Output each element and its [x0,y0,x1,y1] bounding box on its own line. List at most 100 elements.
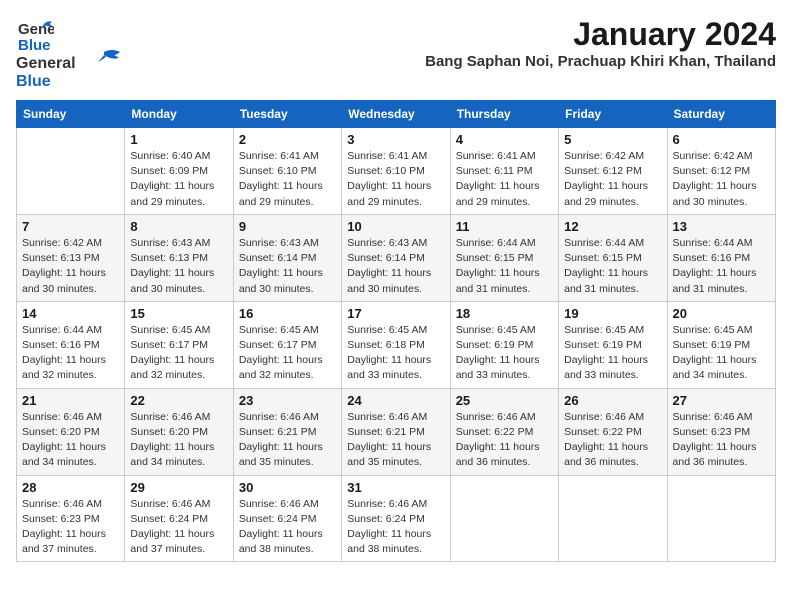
day-number: 7 [22,219,119,234]
week-row-5: 28 Sunrise: 6:46 AMSunset: 6:23 PMDayligh… [17,475,776,562]
calendar-body: 1 Sunrise: 6:40 AMSunset: 6:09 PMDaylight… [17,128,776,562]
calendar-cell: 4 Sunrise: 6:41 AMSunset: 6:11 PMDaylight… [450,128,558,215]
week-row-1: 1 Sunrise: 6:40 AMSunset: 6:09 PMDaylight… [17,128,776,215]
calendar-cell: 2 Sunrise: 6:41 AMSunset: 6:10 PMDaylight… [233,128,341,215]
calendar-cell [559,475,667,562]
calendar-cell: 31 Sunrise: 6:46 AMSunset: 6:24 PMDayligh… [342,475,450,562]
logo-icon: General Blue [16,16,54,54]
day-number: 20 [673,306,770,321]
svg-text:General: General [16,55,76,72]
day-info: Sunrise: 6:45 AMSunset: 6:19 PMDaylight:… [564,323,661,384]
calendar-cell: 20 Sunrise: 6:45 AMSunset: 6:19 PMDayligh… [667,301,775,388]
day-number: 30 [239,480,336,495]
weekday-friday: Friday [559,101,667,128]
day-info: Sunrise: 6:41 AMSunset: 6:10 PMDaylight:… [347,149,444,210]
day-info: Sunrise: 6:46 AMSunset: 6:24 PMDaylight:… [347,497,444,558]
day-info: Sunrise: 6:46 AMSunset: 6:23 PMDaylight:… [22,497,119,558]
day-number: 1 [130,132,227,147]
day-info: Sunrise: 6:46 AMSunset: 6:22 PMDaylight:… [456,410,553,471]
day-info: Sunrise: 6:46 AMSunset: 6:20 PMDaylight:… [22,410,119,471]
day-number: 28 [22,480,119,495]
day-info: Sunrise: 6:45 AMSunset: 6:19 PMDaylight:… [456,323,553,384]
calendar-cell: 16 Sunrise: 6:45 AMSunset: 6:17 PMDayligh… [233,301,341,388]
day-info: Sunrise: 6:41 AMSunset: 6:10 PMDaylight:… [239,149,336,210]
calendar-cell: 12 Sunrise: 6:44 AMSunset: 6:15 PMDayligh… [559,214,667,301]
calendar-cell: 30 Sunrise: 6:46 AMSunset: 6:24 PMDayligh… [233,475,341,562]
day-number: 22 [130,393,227,408]
day-info: Sunrise: 6:44 AMSunset: 6:15 PMDaylight:… [456,236,553,297]
day-number: 21 [22,393,119,408]
weekday-wednesday: Wednesday [342,101,450,128]
day-number: 8 [130,219,227,234]
calendar-cell: 24 Sunrise: 6:46 AMSunset: 6:21 PMDayligh… [342,388,450,475]
day-info: Sunrise: 6:46 AMSunset: 6:23 PMDaylight:… [673,410,770,471]
week-row-3: 14 Sunrise: 6:44 AMSunset: 6:16 PMDayligh… [17,301,776,388]
week-row-4: 21 Sunrise: 6:46 AMSunset: 6:20 PMDayligh… [17,388,776,475]
calendar-cell: 8 Sunrise: 6:43 AMSunset: 6:13 PMDaylight… [125,214,233,301]
calendar-cell: 15 Sunrise: 6:45 AMSunset: 6:17 PMDayligh… [125,301,233,388]
weekday-tuesday: Tuesday [233,101,341,128]
day-number: 14 [22,306,119,321]
day-info: Sunrise: 6:42 AMSunset: 6:13 PMDaylight:… [22,236,119,297]
day-info: Sunrise: 6:42 AMSunset: 6:12 PMDaylight:… [673,149,770,210]
calendar-cell: 7 Sunrise: 6:42 AMSunset: 6:13 PMDaylight… [17,214,125,301]
day-number: 11 [456,219,553,234]
day-info: Sunrise: 6:45 AMSunset: 6:17 PMDaylight:… [239,323,336,384]
day-info: Sunrise: 6:44 AMSunset: 6:16 PMDaylight:… [673,236,770,297]
page-header: General Blue General Blue January 2024 B… [16,16,776,92]
day-info: Sunrise: 6:45 AMSunset: 6:19 PMDaylight:… [673,323,770,384]
calendar-cell: 29Sunrise: 6:46 AMSunset: 6:24 PMDayligh… [125,475,233,562]
calendar-cell [17,128,125,215]
day-number: 18 [456,306,553,321]
day-info: Sunrise: 6:43 AMSunset: 6:13 PMDaylight:… [130,236,227,297]
day-info: Sunrise: 6:44 AMSunset: 6:16 PMDaylight:… [22,323,119,384]
day-info: Sunrise: 6:43 AMSunset: 6:14 PMDaylight:… [347,236,444,297]
weekday-monday: Monday [125,101,233,128]
calendar-cell: 13Sunrise: 6:44 AMSunset: 6:16 PMDayligh… [667,214,775,301]
calendar-cell: 26 Sunrise: 6:46 AMSunset: 6:22 PMDayligh… [559,388,667,475]
day-number: 9 [239,219,336,234]
day-number: 16 [239,306,336,321]
day-number: 4 [456,132,553,147]
day-info: Sunrise: 6:43 AMSunset: 6:14 PMDaylight:… [239,236,336,297]
month-title: January 2024 [425,16,776,53]
calendar-table: SundayMondayTuesdayWednesdayThursdayFrid… [16,100,776,562]
logo: General Blue General Blue [16,16,126,92]
day-info: Sunrise: 6:46 AMSunset: 6:21 PMDaylight:… [347,410,444,471]
day-info: Sunrise: 6:46 AMSunset: 6:24 PMDaylight:… [239,497,336,558]
calendar-cell: 5Sunrise: 6:42 AMSunset: 6:12 PMDaylight… [559,128,667,215]
day-number: 6 [673,132,770,147]
day-number: 29 [130,480,227,495]
day-number: 2 [239,132,336,147]
weekday-thursday: Thursday [450,101,558,128]
day-info: Sunrise: 6:41 AMSunset: 6:11 PMDaylight:… [456,149,553,210]
calendar-cell: 3Sunrise: 6:41 AMSunset: 6:10 PMDaylight… [342,128,450,215]
day-number: 26 [564,393,661,408]
weekday-header-row: SundayMondayTuesdayWednesdayThursdayFrid… [17,101,776,128]
day-info: Sunrise: 6:46 AMSunset: 6:20 PMDaylight:… [130,410,227,471]
day-number: 31 [347,480,444,495]
calendar-cell: 27Sunrise: 6:46 AMSunset: 6:23 PMDayligh… [667,388,775,475]
calendar-cell [450,475,558,562]
title-block: January 2024 Bang Saphan Noi, Prachuap K… [425,16,776,70]
svg-text:Blue: Blue [16,73,51,90]
weekday-saturday: Saturday [667,101,775,128]
calendar-cell [667,475,775,562]
day-number: 24 [347,393,444,408]
day-info: Sunrise: 6:45 AMSunset: 6:17 PMDaylight:… [130,323,227,384]
calendar-cell: 10Sunrise: 6:43 AMSunset: 6:14 PMDayligh… [342,214,450,301]
day-number: 25 [456,393,553,408]
day-number: 23 [239,393,336,408]
calendar-cell: 25 Sunrise: 6:46 AMSunset: 6:22 PMDayligh… [450,388,558,475]
day-number: 12 [564,219,661,234]
logo-full: General Blue [16,50,126,92]
calendar-cell: 18 Sunrise: 6:45 AMSunset: 6:19 PMDayligh… [450,301,558,388]
day-number: 15 [130,306,227,321]
day-number: 5 [564,132,661,147]
day-info: Sunrise: 6:46 AMSunset: 6:22 PMDaylight:… [564,410,661,471]
calendar-cell: 28 Sunrise: 6:46 AMSunset: 6:23 PMDayligh… [17,475,125,562]
day-info: Sunrise: 6:44 AMSunset: 6:15 PMDaylight:… [564,236,661,297]
calendar-cell: 22 Sunrise: 6:46 AMSunset: 6:20 PMDayligh… [125,388,233,475]
calendar-cell: 23Sunrise: 6:46 AMSunset: 6:21 PMDayligh… [233,388,341,475]
day-info: Sunrise: 6:40 AMSunset: 6:09 PMDaylight:… [130,149,227,210]
